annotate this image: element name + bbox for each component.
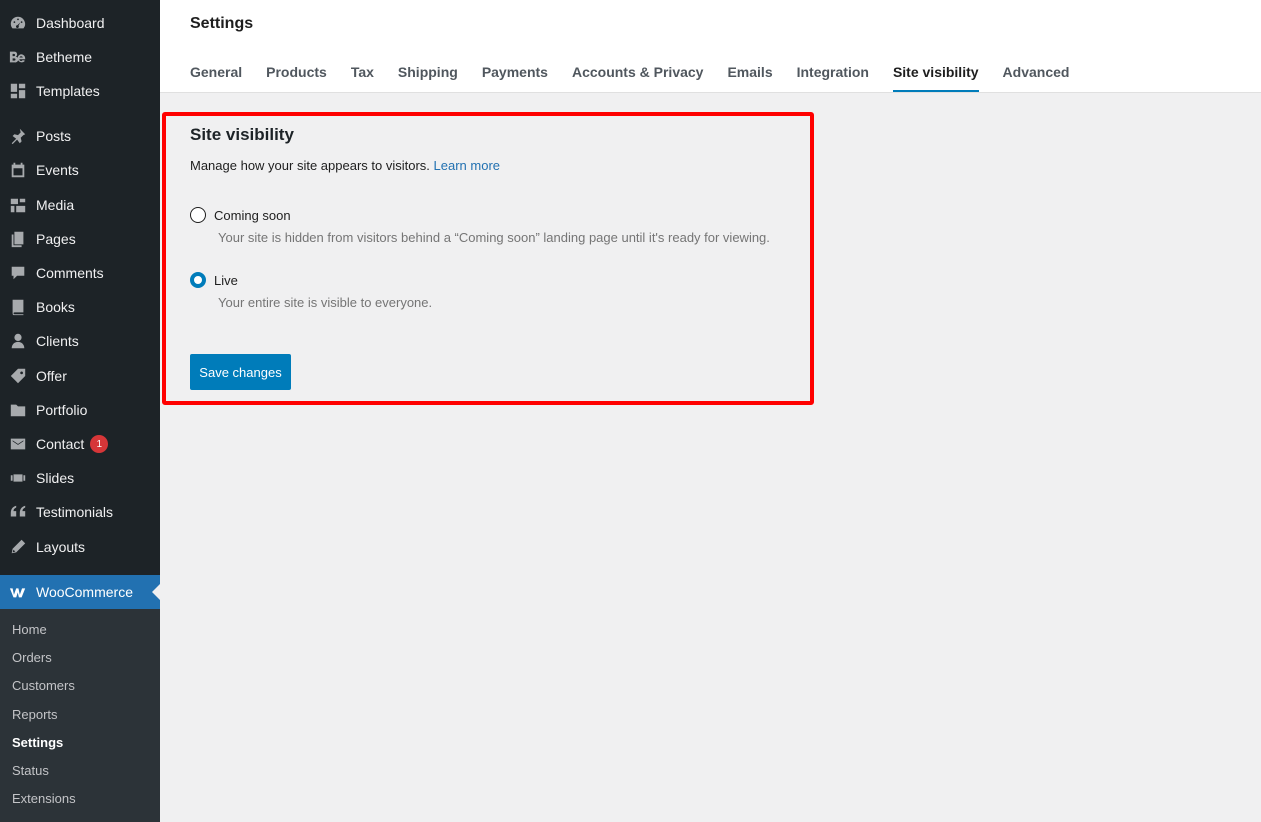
sidebar-item-layouts[interactable]: Layouts [0,530,160,564]
sidebar-item-label: Templates [36,83,100,99]
sidebar-item-offer[interactable]: Offer [0,359,160,393]
submenu-item-home[interactable]: Home [12,622,47,637]
sidebar-item-templates[interactable]: Templates [0,74,160,108]
sidebar-item-woocommerce[interactable]: WooCommerce [0,575,160,609]
calendar-icon [8,160,28,180]
sidebar-item-label: Posts [36,128,72,144]
submenu-item-status[interactable]: Status [12,763,49,778]
tab-advanced[interactable]: Advanced [1003,64,1070,92]
learn-more-link[interactable]: Learn more [434,158,500,173]
tag-icon [8,366,28,386]
comment-icon [8,263,28,283]
sidebar-item-label: Pages [36,231,76,247]
sidebar-item-events[interactable]: Events [0,153,160,187]
woocommerce-icon [8,582,28,602]
radio-label: Live [214,272,238,288]
pin-icon [8,126,28,146]
tab-accounts-privacy[interactable]: Accounts & Privacy [572,64,704,92]
page-title: Settings [190,15,254,32]
tab-payments[interactable]: Payments [482,64,548,92]
sidebar-item-label: Media [36,197,75,213]
folder-icon [8,400,28,420]
sidebar-item-label: Clients [36,333,79,349]
radio-option-coming-soon[interactable]: Coming soon [190,207,291,223]
dashboard-icon [8,13,28,33]
tab-integration[interactable]: Integration [797,64,869,92]
tab-site-visibility[interactable]: Site visibility [892,64,979,92]
sidebar-item-label: Books [36,299,75,315]
admin-sidebar: Dashboard Betheme Templates Posts Events… [0,0,160,822]
tab-products[interactable]: Products [266,64,327,92]
tab-shipping[interactable]: Shipping [398,64,458,92]
templates-icon [8,81,28,101]
notification-badge: 1 [90,435,109,453]
sidebar-item-posts[interactable]: Posts [0,119,160,153]
sidebar-item-label: Slides [36,470,75,486]
sidebar-item-label: Offer [36,368,67,384]
quote-icon [8,502,28,522]
submenu-item-extensions[interactable]: Extensions [12,791,76,806]
media-icon [8,195,28,215]
sidebar-item-testimonials[interactable]: Testimonials [0,495,160,529]
sidebar-item-clients[interactable]: Clients [0,324,160,358]
sidebar-item-books[interactable]: Books [0,290,160,324]
sidebar-item-pages[interactable]: Pages [0,222,160,256]
submenu-item-settings[interactable]: Settings [12,735,63,750]
sidebar-item-label: Layouts [36,539,86,555]
user-icon [8,331,28,351]
submenu-item-reports[interactable]: Reports [12,707,58,722]
sidebar-item-label: Comments [36,265,104,281]
sidebar-item-comments[interactable]: Comments [0,256,160,290]
save-button[interactable]: Save changes [190,354,291,390]
sidebar-item-contact[interactable]: Contact 1 [0,427,160,461]
section-description: Manage how your site appears to visitors… [190,158,500,173]
sidebar-item-betheme[interactable]: Betheme [0,40,160,74]
sidebar-item-label: Portfolio [36,402,88,418]
submenu-item-customers[interactable]: Customers [12,678,75,693]
sidebar-item-label: Contact [36,436,85,452]
sidebar-item-media[interactable]: Media [0,188,160,222]
live-radio[interactable] [190,272,206,288]
section-title: Site visibility [190,125,294,144]
sidebar-item-label: Betheme [36,49,93,65]
tab-tax[interactable]: Tax [351,64,374,92]
sidebar-item-label: Testimonials [36,504,114,520]
pages-icon [8,229,28,249]
slides-icon [8,468,28,488]
sidebar-item-label: Dashboard [36,15,105,31]
sidebar-item-dashboard[interactable]: Dashboard [0,6,160,40]
sidebar-item-label: Events [36,162,79,178]
book-icon [8,297,28,317]
radio-label: Coming soon [214,207,291,223]
description-text: Manage how your site appears to visitors… [190,158,430,173]
submenu-item-orders[interactable]: Orders [12,650,52,665]
coming-soon-radio[interactable] [190,207,206,223]
pencil-icon [8,537,28,557]
coming-soon-help: Your site is hidden from visitors behind… [218,230,770,245]
envelope-icon [8,434,28,454]
sidebar-item-portfolio[interactable]: Portfolio [0,393,160,427]
live-help: Your entire site is visible to everyone. [218,295,433,310]
settings-header: Settings General Products Tax Shipping P… [160,0,1261,93]
woocommerce-submenu: Home Orders Customers Reports Settings S… [0,609,160,822]
settings-tabs: General Products Tax Shipping Payments A… [190,64,1093,92]
tab-general[interactable]: General [190,64,242,92]
radio-option-live[interactable]: Live [190,272,238,288]
betheme-icon [8,47,28,67]
sidebar-item-label: WooCommerce [36,584,133,600]
tab-emails[interactable]: Emails [727,64,772,92]
sidebar-item-slides[interactable]: Slides [0,461,160,495]
